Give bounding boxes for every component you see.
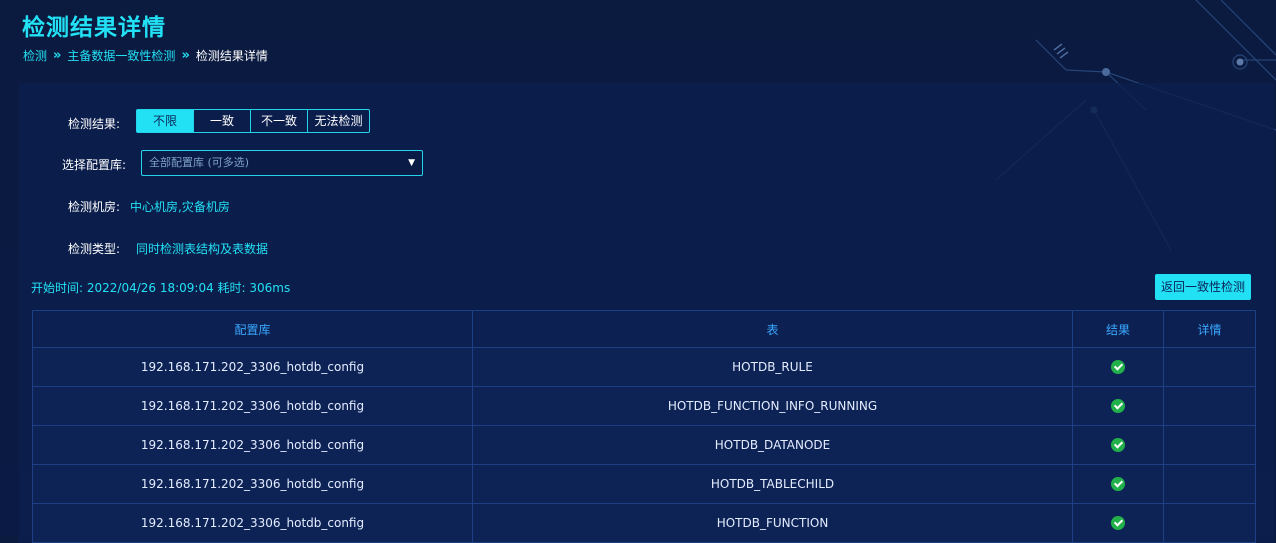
check-circle-icon (1111, 516, 1125, 531)
filter-button-consistent[interactable]: 一致 (193, 110, 250, 132)
breadcrumb-separator: » (181, 48, 190, 63)
config-cell: 192.168.171.202_3306_hotdb_config (32, 425, 473, 465)
breadcrumb-separator: » (53, 48, 62, 63)
table-row: 192.168.171.202_3306_hotdb_config HOTDB_… (32, 386, 1256, 426)
result-cell (1072, 425, 1164, 465)
config-select-label: 选择配置库: (62, 158, 127, 172)
page-title: 检测结果详情 (22, 15, 166, 41)
result-filter-label: 检测结果: (68, 117, 121, 131)
table-row: 192.168.171.202_3306_hotdb_config HOTDB_… (32, 425, 1256, 465)
detail-cell (1163, 386, 1256, 426)
column-header-result: 结果 (1072, 310, 1164, 348)
config-cell: 192.168.171.202_3306_hotdb_config (32, 503, 473, 543)
check-circle-icon (1111, 399, 1125, 414)
config-cell: 192.168.171.202_3306_hotdb_config (32, 464, 473, 504)
room-label: 检测机房: (68, 200, 121, 214)
column-header-table: 表 (472, 310, 1073, 348)
filter-button-all[interactable]: 不限 (137, 110, 193, 132)
type-label: 检测类型: (68, 242, 121, 256)
result-cell (1072, 386, 1164, 426)
check-circle-icon (1111, 438, 1125, 453)
breadcrumb: 检测 » 主备数据一致性检测 » 检测结果详情 (23, 47, 268, 64)
detail-cell (1163, 464, 1256, 504)
config-cell: 192.168.171.202_3306_hotdb_config (32, 347, 473, 387)
config-select-placeholder: 全部配置库 (可多选) (149, 156, 250, 169)
result-cell (1072, 464, 1164, 504)
result-filter-group: 不限 一致 不一致 无法检测 (136, 109, 370, 133)
filter-button-undetectable[interactable]: 无法检测 (307, 110, 369, 132)
column-header-detail: 详情 (1163, 310, 1256, 348)
filter-button-inconsistent[interactable]: 不一致 (250, 110, 307, 132)
table-name-cell: HOTDB_RULE (472, 347, 1073, 387)
config-cell: 192.168.171.202_3306_hotdb_config (32, 386, 473, 426)
detail-cell (1163, 425, 1256, 465)
table-name-cell: HOTDB_FUNCTION (472, 503, 1073, 543)
check-circle-icon (1111, 360, 1125, 375)
config-select[interactable]: 全部配置库 (可多选) ▼ (141, 150, 423, 176)
time-info: 开始时间: 2022/04/26 18:09:04 耗时: 306ms (31, 281, 291, 295)
table-row: 192.168.171.202_3306_hotdb_config HOTDB_… (32, 347, 1256, 387)
result-cell (1072, 503, 1164, 543)
table-header-row: 配置库 表 结果 详情 (32, 310, 1256, 348)
table-row: 192.168.171.202_3306_hotdb_config HOTDB_… (32, 464, 1256, 504)
result-cell (1072, 347, 1164, 387)
table-row: 192.168.171.202_3306_hotdb_config HOTDB_… (32, 503, 1256, 543)
breadcrumb-current: 检测结果详情 (195, 49, 268, 63)
table-name-cell: HOTDB_DATANODE (472, 425, 1073, 465)
table-name-cell: HOTDB_TABLECHILD (472, 464, 1073, 504)
result-table: 配置库 表 结果 详情 192.168.171.202_3306_hotdb_c… (32, 310, 1256, 543)
return-consistency-button[interactable]: 返回一致性检测 (1155, 274, 1251, 300)
breadcrumb-link-consistency[interactable]: 主备数据一致性检测 (67, 47, 175, 64)
breadcrumb-link-detection[interactable]: 检测 (23, 47, 47, 64)
room-value: 中心机房,灾备机房 (130, 200, 230, 214)
column-header-config: 配置库 (32, 310, 473, 348)
caret-down-icon: ▼ (408, 158, 415, 168)
check-circle-icon (1111, 477, 1125, 492)
content-panel: 检测结果: 不限 一致 不一致 无法检测 选择配置库: 全部配置库 (可多选) … (19, 83, 1274, 543)
detail-cell (1163, 347, 1256, 387)
detail-cell (1163, 503, 1256, 543)
table-name-cell: HOTDB_FUNCTION_INFO_RUNNING (472, 386, 1073, 426)
type-value: 同时检测表结构及表数据 (136, 242, 269, 256)
